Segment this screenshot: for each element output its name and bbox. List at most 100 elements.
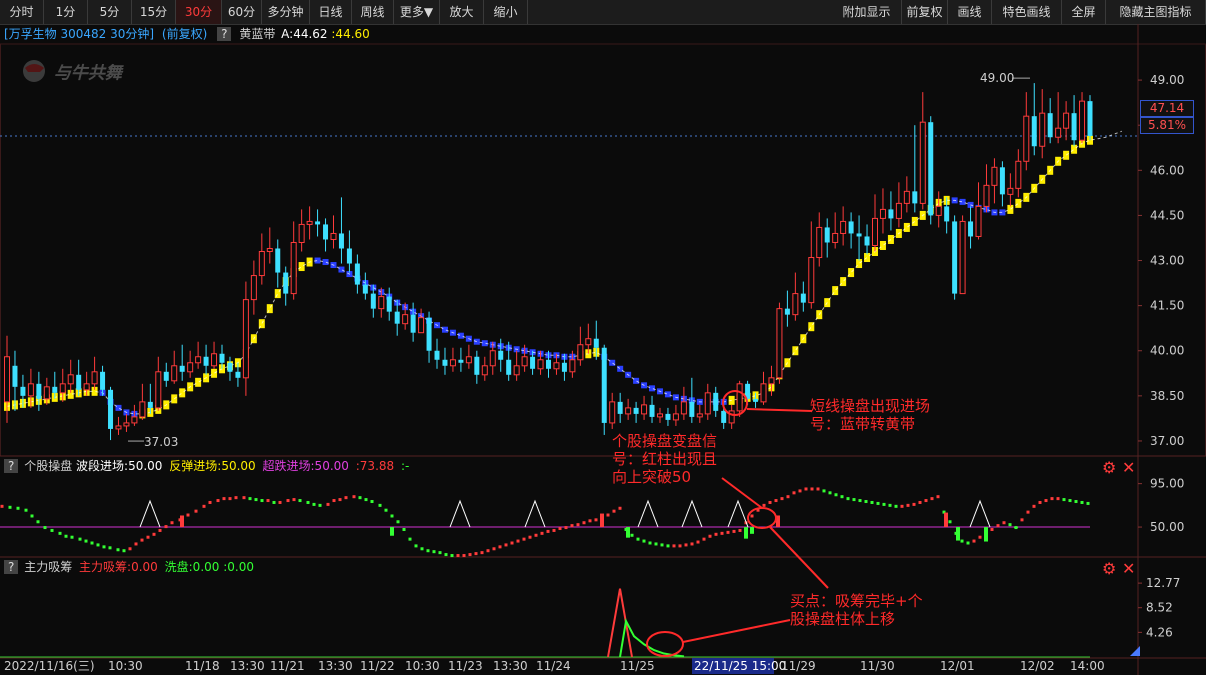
toolbar-left-11[interactable]: 缩小 bbox=[484, 0, 528, 24]
band-segment bbox=[51, 392, 58, 402]
p2-dot bbox=[678, 544, 682, 548]
candle-body bbox=[36, 383, 42, 399]
p2-dot bbox=[804, 487, 808, 491]
p2-triangle bbox=[449, 499, 471, 528]
candle-body bbox=[203, 356, 209, 366]
candle-body bbox=[1047, 113, 1053, 138]
panel3-gear-icon[interactable]: ⚙ bbox=[1102, 561, 1116, 577]
candle-body bbox=[1007, 187, 1014, 195]
p2-dot bbox=[900, 504, 904, 508]
panel3-header: ? 主力吸筹 主力吸筹:0.00 洗盘:0.00 :0.00 bbox=[0, 559, 254, 575]
p2-dot bbox=[208, 500, 212, 504]
band-segment bbox=[378, 289, 385, 296]
p2-dot bbox=[576, 523, 580, 527]
main-panel-frame bbox=[0, 43, 1206, 457]
x-tick-label: 2022/11/16(三) bbox=[4, 659, 95, 673]
toolbar-left-3[interactable]: 15分 bbox=[132, 0, 176, 24]
candle-body bbox=[147, 401, 153, 408]
toolbar-right-2[interactable]: 画线 bbox=[948, 0, 992, 24]
x-tick-label: 11/23 bbox=[448, 659, 483, 673]
band-segment bbox=[338, 266, 345, 273]
candle-body bbox=[991, 166, 998, 186]
p2-dot bbox=[498, 545, 502, 549]
panel2-gear-icon[interactable]: ⚙ bbox=[1102, 460, 1116, 476]
price-tag: 47.14 bbox=[1140, 100, 1194, 117]
p2-dot bbox=[924, 499, 928, 503]
adjust-label[interactable]: (前复权) bbox=[162, 27, 207, 41]
p2-dot bbox=[272, 500, 276, 504]
candle-body bbox=[402, 314, 409, 325]
p2-dot bbox=[260, 499, 264, 503]
panel2-close-icon[interactable]: ✕ bbox=[1122, 460, 1135, 476]
band-segment bbox=[203, 373, 210, 383]
band-segment bbox=[473, 338, 480, 345]
candle-body bbox=[59, 383, 66, 394]
band-segment bbox=[991, 209, 998, 216]
toolbar-right-3[interactable]: 特色画线 bbox=[992, 0, 1062, 24]
candle-body bbox=[856, 233, 862, 237]
p2-dot bbox=[248, 497, 252, 501]
p2-dot bbox=[756, 508, 760, 512]
p2-dot bbox=[972, 539, 976, 543]
panel3-close-icon[interactable]: ✕ bbox=[1122, 561, 1135, 577]
toolbar-left-2[interactable]: 5分 bbox=[88, 0, 132, 24]
p2-dot bbox=[618, 506, 622, 510]
p2-dot bbox=[996, 524, 1000, 528]
toolbar-right-5[interactable]: 隐藏主图指标 bbox=[1106, 0, 1206, 24]
toolbar-right-0[interactable]: 附加显示 bbox=[832, 0, 902, 24]
p2-dot bbox=[278, 500, 282, 504]
p2-dot bbox=[828, 491, 832, 495]
panel3-help-icon[interactable]: ? bbox=[4, 560, 19, 574]
band-segment bbox=[943, 195, 950, 205]
toolbar-left-0[interactable]: 分时 bbox=[0, 0, 44, 24]
help-icon[interactable]: ? bbox=[217, 27, 232, 41]
candle-body bbox=[386, 296, 392, 312]
p2-dot bbox=[540, 531, 544, 535]
p2-dot bbox=[702, 537, 706, 541]
candle-body bbox=[27, 383, 34, 397]
candle-body bbox=[1087, 101, 1093, 137]
band-segment bbox=[999, 209, 1006, 216]
p2-dot bbox=[600, 516, 604, 520]
p2-dot bbox=[108, 546, 112, 550]
toolbar-left-10[interactable]: 放大 bbox=[440, 0, 484, 24]
p2-dot bbox=[558, 527, 562, 531]
toolbar-left-6[interactable]: 多分钟 bbox=[262, 0, 310, 24]
candle-body bbox=[617, 401, 623, 414]
band-segment bbox=[242, 349, 249, 359]
x-tick-label: 22/11/25 15:00 bbox=[694, 659, 786, 673]
toolbar-left-5[interactable]: 60分 bbox=[222, 0, 262, 24]
candle-body bbox=[546, 359, 551, 369]
p2-dot bbox=[254, 498, 258, 502]
annotation-line-4 bbox=[682, 619, 791, 643]
toolbar-left-7[interactable]: 日线 bbox=[310, 0, 352, 24]
candle-body bbox=[1063, 112, 1070, 129]
band-segment bbox=[290, 268, 297, 278]
candle-body bbox=[506, 359, 512, 375]
panel2-marks bbox=[0, 487, 1090, 558]
band-segment bbox=[712, 398, 719, 405]
candle-body bbox=[163, 371, 169, 381]
band-segment bbox=[394, 299, 401, 306]
toolbar-right-1[interactable]: 前复权 bbox=[902, 0, 948, 24]
candle-body bbox=[465, 356, 472, 364]
p2-dot bbox=[312, 502, 316, 506]
candle-body bbox=[474, 356, 480, 375]
p2-triangle bbox=[139, 499, 161, 528]
band-segment bbox=[402, 304, 409, 311]
toolbar-right-4[interactable]: 全屏 bbox=[1062, 0, 1106, 24]
candle-body bbox=[983, 184, 990, 207]
panel2-help-icon[interactable]: ? bbox=[4, 459, 19, 473]
yellow-blue-band bbox=[4, 130, 1123, 419]
toolbar-left-4[interactable]: 30分 bbox=[176, 0, 222, 24]
candle-body bbox=[585, 338, 592, 346]
annotations: 49.00 37.03 短线操盘出现进场号：蓝带转黄带个股操盘变盘信号：红柱出现且向… bbox=[128, 71, 1030, 657]
candle-body bbox=[498, 350, 504, 360]
p2-dot bbox=[1002, 521, 1006, 525]
toolbar-left-8[interactable]: 周线 bbox=[352, 0, 394, 24]
toolbar-left-1[interactable]: 1分 bbox=[44, 0, 88, 24]
toolbar-left-9[interactable]: 更多▼ bbox=[394, 0, 440, 24]
x-tick-label: 11/21 bbox=[270, 659, 305, 673]
band-segment bbox=[362, 280, 369, 287]
candle-body bbox=[434, 350, 440, 360]
